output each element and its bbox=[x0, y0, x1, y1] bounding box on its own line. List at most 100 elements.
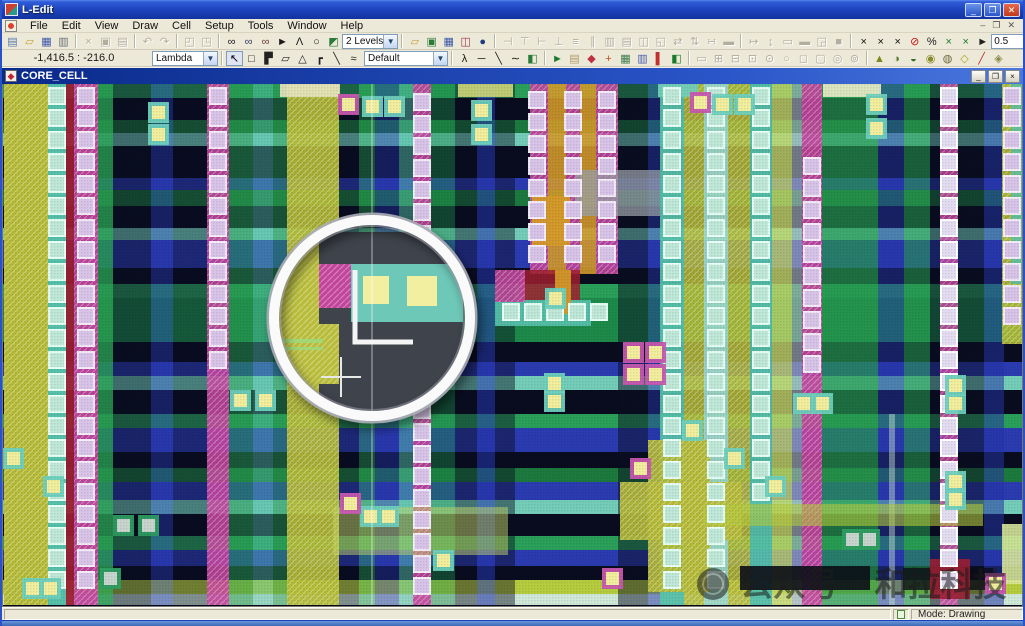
move-by-button[interactable]: ► bbox=[974, 34, 991, 49]
paste-button: ▤ bbox=[114, 34, 131, 49]
polygon90-tool[interactable]: ▛ bbox=[260, 51, 277, 66]
layer-palette-button[interactable]: ◩ bbox=[325, 34, 342, 49]
align-x-button[interactable]: × bbox=[940, 34, 957, 49]
flip-h-button[interactable]: × bbox=[855, 34, 872, 49]
child-restore-button[interactable]: ❐ bbox=[988, 70, 1003, 83]
menu-file[interactable]: File bbox=[23, 20, 55, 32]
box-tool[interactable]: □ bbox=[243, 51, 260, 66]
wire-style-value: Default bbox=[368, 53, 400, 64]
polygon-tool[interactable]: △ bbox=[294, 51, 311, 66]
place-instance-button[interactable]: ► bbox=[549, 51, 566, 66]
new-button[interactable]: ▤ bbox=[4, 34, 21, 49]
restore-button[interactable]: ❐ bbox=[984, 3, 1001, 17]
rotate-button[interactable]: × bbox=[889, 34, 906, 49]
chevron-down-icon[interactable]: ▼ bbox=[433, 52, 447, 65]
align-y-button[interactable]: × bbox=[957, 34, 974, 49]
drc-box-button[interactable]: ◧ bbox=[668, 51, 685, 66]
menu-edit[interactable]: Edit bbox=[55, 20, 88, 32]
chevron-down-icon[interactable]: ▼ bbox=[203, 52, 217, 65]
chevron-down-icon[interactable]: ▼ bbox=[383, 35, 397, 48]
toolbar-group-view: ◰◳ bbox=[181, 34, 215, 49]
save-button[interactable]: ▦ bbox=[38, 34, 55, 49]
close-button[interactable]: ✕ bbox=[1003, 3, 1020, 17]
marker-button[interactable]: ╱ bbox=[973, 51, 990, 66]
cut-button: × bbox=[80, 34, 97, 49]
menu-window[interactable]: Window bbox=[280, 20, 333, 32]
base-point-button: ▭ bbox=[693, 51, 710, 66]
menu-setup[interactable]: Setup bbox=[198, 20, 241, 32]
drc-run-button[interactable]: ▌ bbox=[651, 51, 668, 66]
all-angle-wire-tool[interactable]: λ bbox=[456, 51, 473, 66]
node-highlight-button[interactable]: ◑ bbox=[888, 51, 905, 66]
mode-label: Mode: Drawing bbox=[918, 609, 985, 620]
zoom-sel-button: ○ bbox=[778, 51, 795, 66]
menu-draw[interactable]: Draw bbox=[125, 20, 165, 32]
cross-section-button[interactable]: ▦ bbox=[617, 51, 634, 66]
wire-style-combobox[interactable]: Default ▼ bbox=[364, 51, 448, 66]
child-window-titlebar[interactable]: ◆ CORE_CELL _ ❐ × bbox=[2, 67, 1023, 84]
save-cell-button[interactable]: ▦ bbox=[440, 34, 457, 49]
open-cell-button[interactable]: ▱ bbox=[406, 34, 423, 49]
find-next-button[interactable]: ∞ bbox=[240, 34, 257, 49]
redo-button: ↷ bbox=[156, 34, 173, 49]
tcell-button[interactable]: ◆ bbox=[583, 51, 600, 66]
scale-button[interactable]: % bbox=[923, 34, 940, 49]
menu-cell[interactable]: Cell bbox=[165, 20, 198, 32]
toolbar-group-zoom2: ▭⊞⊟⊡⊙○◻▢◎⊚ bbox=[693, 51, 863, 66]
toolbar-group-verify: ▲◑◒◉◍◇╱◈ bbox=[871, 51, 1007, 66]
mdi-restore-button[interactable]: ❐ bbox=[992, 20, 1000, 31]
node-trace-button[interactable]: ◒ bbox=[905, 51, 922, 66]
toolbar-group-undo: ↶↷ bbox=[139, 34, 173, 49]
print-button[interactable]: ▥ bbox=[55, 34, 72, 49]
no-snap-button[interactable]: ⊘ bbox=[906, 34, 923, 49]
bulb-button[interactable]: ◇ bbox=[956, 51, 973, 66]
curve-tool[interactable]: ∼ bbox=[507, 51, 524, 66]
mdi-close-button[interactable]: ✕ bbox=[1007, 20, 1015, 31]
drc-flag-button[interactable]: ▲ bbox=[871, 51, 888, 66]
ruler45-tool[interactable]: ╲ bbox=[490, 51, 507, 66]
status-bar: Mode: Drawing bbox=[2, 607, 1023, 620]
ruler-line-tool[interactable]: ─ bbox=[473, 51, 490, 66]
menu-tools[interactable]: Tools bbox=[241, 20, 281, 32]
clean-button[interactable]: ◈ bbox=[990, 51, 1007, 66]
watermark-text: 公众号 · 和拉科技 bbox=[740, 565, 1007, 604]
drc-setup-button[interactable]: ▥ bbox=[634, 51, 651, 66]
polygon45-tool[interactable]: ▱ bbox=[277, 51, 294, 66]
navigator-button[interactable]: ● bbox=[474, 34, 491, 49]
status-mode-panel: Mode: Drawing bbox=[911, 609, 1023, 620]
document-icon bbox=[5, 20, 17, 32]
cell-browser-button[interactable]: ◫ bbox=[457, 34, 474, 49]
zoom-tool-button[interactable]: ○ bbox=[308, 34, 325, 49]
boolean-button: ■ bbox=[830, 34, 847, 49]
mdi-minimize-button[interactable]: – bbox=[980, 20, 985, 31]
instance-cell-button[interactable]: ▣ bbox=[423, 34, 440, 49]
highlight-button[interactable]: ◍ bbox=[939, 51, 956, 66]
find-all-button[interactable]: ∞ bbox=[257, 34, 274, 49]
toolbar-group-draw-tools: ↖□▛▱△┏╲≈ bbox=[226, 51, 362, 66]
child-minimize-button[interactable]: _ bbox=[971, 70, 986, 83]
open-button[interactable]: ▱ bbox=[21, 34, 38, 49]
toolbar-group-align: ⊣⊤⊢⊥≡∥▥▤◫◱⇄⇅∺▬ bbox=[499, 34, 737, 49]
select-tool[interactable]: ↖ bbox=[226, 51, 243, 66]
wire90-tool[interactable]: ┏ bbox=[311, 51, 328, 66]
probe-button[interactable]: ◉ bbox=[922, 51, 939, 66]
minimize-button[interactable]: _ bbox=[965, 3, 982, 17]
toolbar-group-zoom: Λ○◩ bbox=[291, 34, 342, 49]
port-tool[interactable]: ◧ bbox=[524, 51, 541, 66]
grid-units-combobox[interactable]: Lambda ▼ bbox=[152, 51, 218, 66]
grow-amount-field[interactable] bbox=[991, 34, 1025, 49]
array-button[interactable]: ▤ bbox=[566, 51, 583, 66]
wire-tool[interactable]: ≈ bbox=[345, 51, 362, 66]
menu-view[interactable]: View bbox=[88, 20, 126, 32]
menu-help[interactable]: Help bbox=[334, 20, 371, 32]
edit-object-button[interactable]: ► bbox=[274, 34, 291, 49]
flip-v-button[interactable]: × bbox=[872, 34, 889, 49]
find-button[interactable]: ∞ bbox=[223, 34, 240, 49]
layout-canvas[interactable]: 公众号 · 和拉科技 bbox=[2, 84, 1023, 607]
measure-button[interactable]: Λ bbox=[291, 34, 308, 49]
lock-button: ▬ bbox=[720, 34, 737, 49]
child-close-button[interactable]: × bbox=[1005, 70, 1020, 83]
edit-in-place-button[interactable]: + bbox=[600, 51, 617, 66]
wire45-tool[interactable]: ╲ bbox=[328, 51, 345, 66]
levels-combobox[interactable]: 2 Levels ▼ bbox=[342, 34, 398, 49]
